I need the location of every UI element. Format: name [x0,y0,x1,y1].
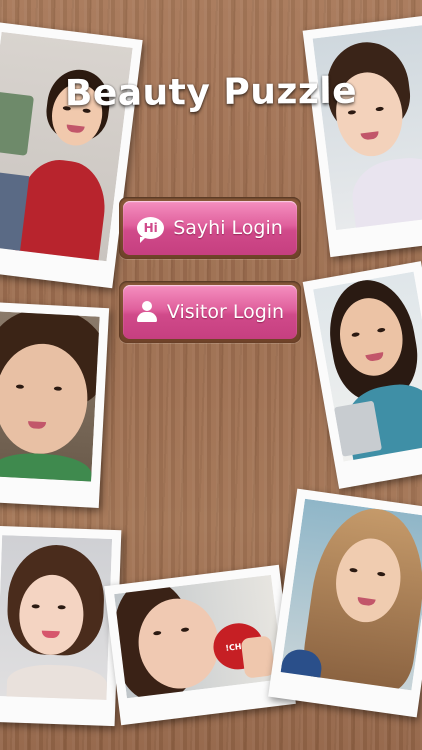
photo-woman-long-hair [268,488,422,718]
visitor-login-frame: Visitor Login [119,281,301,343]
photo-woman-bob-hair [0,525,122,727]
photo-woman-close-up [0,302,110,508]
hi-icon-text: Hi [143,221,158,235]
sayhi-login-frame: Hi Sayhi Login [119,197,301,259]
visitor-login-button[interactable]: Visitor Login [123,285,297,339]
sayhi-login-button[interactable]: Hi Sayhi Login [123,201,297,255]
app-title: Beauty Puzzle [64,70,358,115]
visitor-login-label: Visitor Login [166,301,285,323]
photo-woman-apple: !CHU! [104,564,296,726]
hi-chat-icon: Hi [137,217,165,243]
photo-woman-on-phone [302,261,422,489]
user-icon [136,301,158,323]
photo-woman-smiling-top-right [302,14,422,258]
sayhi-login-label: Sayhi Login [173,217,283,239]
